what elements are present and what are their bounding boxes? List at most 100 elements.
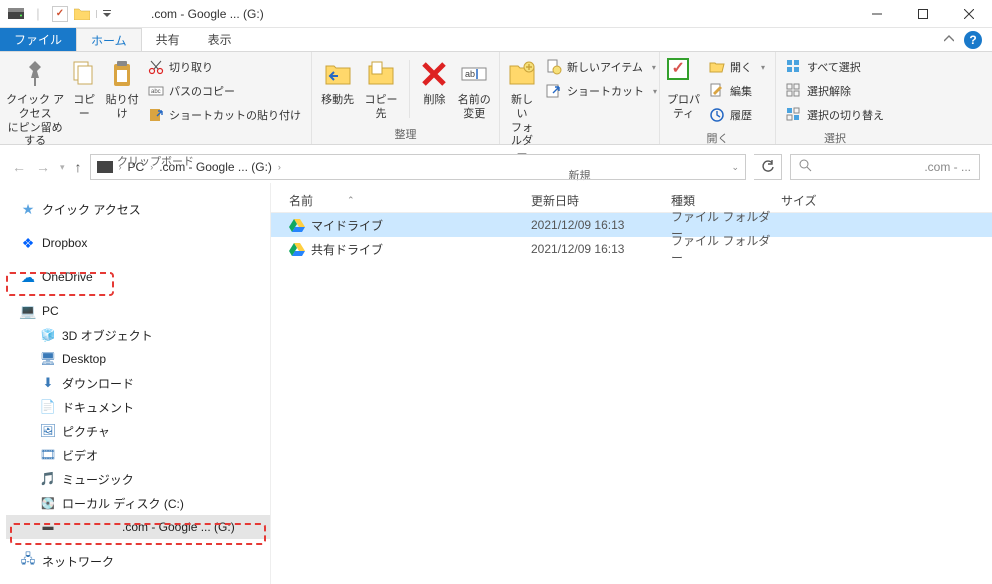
drive-icon (8, 6, 24, 22)
drive-icon: ▬ (40, 519, 56, 535)
column-header-size[interactable]: サイズ (781, 192, 861, 209)
select-all-button[interactable]: すべて選択 (782, 56, 888, 78)
nav-up-icon[interactable]: ↑ (75, 159, 82, 175)
sidebar-item-desktop[interactable]: 🖥Desktop (6, 347, 270, 371)
sort-asc-icon: ⌃ (347, 195, 355, 206)
nav-history-dropdown-icon[interactable]: ▾ (60, 162, 65, 173)
crumb-pc[interactable]: PC (128, 160, 145, 174)
star-icon: ★ (20, 201, 36, 217)
close-button[interactable] (946, 0, 992, 28)
crumb-drive[interactable]: .com - Google ... (G:) (159, 160, 272, 174)
sidebar-item-onedrive[interactable]: ☁OneDrive (6, 265, 270, 289)
onedrive-icon: ☁ (20, 269, 36, 285)
new-shortcut-button[interactable]: ショートカット▾ (542, 80, 661, 102)
file-name: 共有ドライブ (311, 241, 383, 258)
chevron-right-icon[interactable]: › (278, 162, 281, 172)
file-row[interactable]: 共有ドライブ 2021/12/09 16:13 ファイル フォルダー (271, 237, 992, 261)
column-header-date[interactable]: 更新日時 (531, 192, 671, 209)
drive-icon (97, 161, 113, 173)
svg-text:abc: abc (151, 89, 161, 95)
pin-to-quick-access-button[interactable]: クイック アクセス にピン留めする (6, 56, 64, 149)
desktop-icon: 🖥 (40, 351, 56, 367)
address-bar[interactable]: › PC › .com - Google ... (G:) › ⌄ (90, 154, 746, 180)
video-icon: 🎞 (40, 447, 56, 463)
file-date: 2021/12/09 16:13 (531, 218, 671, 232)
search-placeholder: .com - ... (924, 160, 971, 174)
qat-dropdown-icon[interactable] (96, 10, 111, 18)
sidebar-item-3d-objects[interactable]: 🧊3D オブジェクト (6, 323, 270, 347)
address-dropdown-icon[interactable]: ⌄ (731, 162, 739, 173)
disk-icon: 💽 (40, 495, 56, 511)
file-row[interactable]: マイドライブ 2021/12/09 16:13 ファイル フォルダー (271, 213, 992, 237)
sidebar-item-pc[interactable]: 💻PC (6, 299, 270, 323)
copy-to-button[interactable]: コピー先 (361, 56, 400, 122)
pictures-icon: 🖼 (40, 423, 56, 439)
file-name: マイドライブ (311, 217, 383, 234)
search-input[interactable]: .com - ... (790, 154, 980, 180)
maximize-button[interactable] (900, 0, 946, 28)
search-icon (799, 159, 812, 175)
qat-check-icon[interactable]: ✓ (52, 6, 68, 22)
sidebar-item-documents[interactable]: 📄ドキュメント (6, 395, 270, 419)
column-header-type[interactable]: 種類 (671, 192, 781, 209)
select-none-button[interactable]: 選択解除 (782, 80, 888, 102)
nav-back-icon[interactable]: ← (12, 159, 26, 175)
sidebar-item-dropbox[interactable]: ❖Dropbox (6, 231, 270, 255)
tab-share[interactable]: 共有 (142, 28, 194, 51)
dropbox-icon: ❖ (20, 235, 36, 251)
select-invert-button[interactable]: 選択の切り替え (782, 104, 888, 126)
paste-button[interactable]: 貼り付け (104, 56, 140, 122)
ribbon-group-open: 開く (660, 130, 775, 149)
file-date: 2021/12/09 16:13 (531, 242, 671, 256)
sidebar-item-local-disk[interactable]: 💽ローカル ディスク (C:) (6, 491, 270, 515)
cut-button[interactable]: 切り取り (144, 56, 305, 78)
download-icon: ⬇ (40, 375, 56, 391)
rename-button[interactable]: ab 名前の 変更 (455, 56, 493, 122)
history-button[interactable]: 履歴 (705, 104, 769, 126)
copy-path-button[interactable]: abcパスのコピー (144, 80, 305, 102)
new-item-button[interactable]: 新しいアイテム▾ (542, 56, 661, 78)
ribbon-group-select: 選択 (776, 130, 894, 149)
ribbon-collapse-icon[interactable] (944, 33, 954, 47)
file-type: ファイル フォルダー (671, 232, 781, 266)
qat-folder-icon[interactable] (74, 6, 90, 22)
window-title: .com - Google ... (G:) (151, 7, 264, 21)
cube-icon: 🧊 (40, 327, 56, 343)
ribbon-group-organize: 整理 (312, 126, 499, 145)
sidebar-item-music[interactable]: 🎵ミュージック (6, 467, 270, 491)
sidebar-item-network[interactable]: 🖧ネットワーク (6, 549, 270, 573)
google-drive-folder-icon (289, 218, 305, 232)
copy-button[interactable]: コピー (68, 56, 100, 122)
help-icon[interactable]: ? (964, 31, 982, 49)
nav-forward-icon[interactable]: → (36, 159, 50, 175)
delete-button[interactable]: 削除 (418, 56, 452, 108)
tab-view[interactable]: 表示 (194, 28, 246, 51)
navigation-tree: ★クイック アクセス ❖Dropbox ☁OneDrive 💻PC 🧊3D オブ… (0, 183, 270, 584)
sidebar-item-google-drive[interactable]: ▬.com - Google ... (G:) (6, 515, 270, 539)
sidebar-item-downloads[interactable]: ⬇ダウンロード (6, 371, 270, 395)
chevron-right-icon[interactable]: › (150, 162, 153, 172)
svg-text:ab: ab (465, 69, 475, 79)
sidebar-item-quick-access[interactable]: ★クイック アクセス (6, 197, 270, 221)
sidebar-item-videos[interactable]: 🎞ビデオ (6, 443, 270, 467)
qat-divider: | (30, 6, 46, 22)
google-drive-folder-icon (289, 242, 305, 256)
open-button[interactable]: 開く▾ (705, 56, 769, 78)
tab-file[interactable]: ファイル (0, 28, 76, 51)
pc-icon: 💻 (20, 303, 36, 319)
paste-shortcut-button[interactable]: ショートカットの貼り付け (144, 104, 305, 126)
new-folder-button[interactable]: 新しい フォルダー (506, 56, 538, 163)
music-icon: 🎵 (40, 471, 56, 487)
move-to-button[interactable]: 移動先 (318, 56, 357, 108)
network-icon: 🖧 (20, 553, 36, 569)
refresh-button[interactable] (754, 154, 782, 180)
document-icon: 📄 (40, 399, 56, 415)
column-headers: 名前⌃ 更新日時 種類 サイズ (271, 189, 992, 213)
tab-home[interactable]: ホーム (76, 28, 142, 51)
edit-button[interactable]: 編集 (705, 80, 769, 102)
minimize-button[interactable] (854, 0, 900, 28)
properties-button[interactable]: プロパ ティ (666, 56, 701, 122)
sidebar-item-pictures[interactable]: 🖼ピクチャ (6, 419, 270, 443)
column-header-name[interactable]: 名前⌃ (271, 192, 531, 209)
chevron-right-icon[interactable]: › (119, 162, 122, 172)
